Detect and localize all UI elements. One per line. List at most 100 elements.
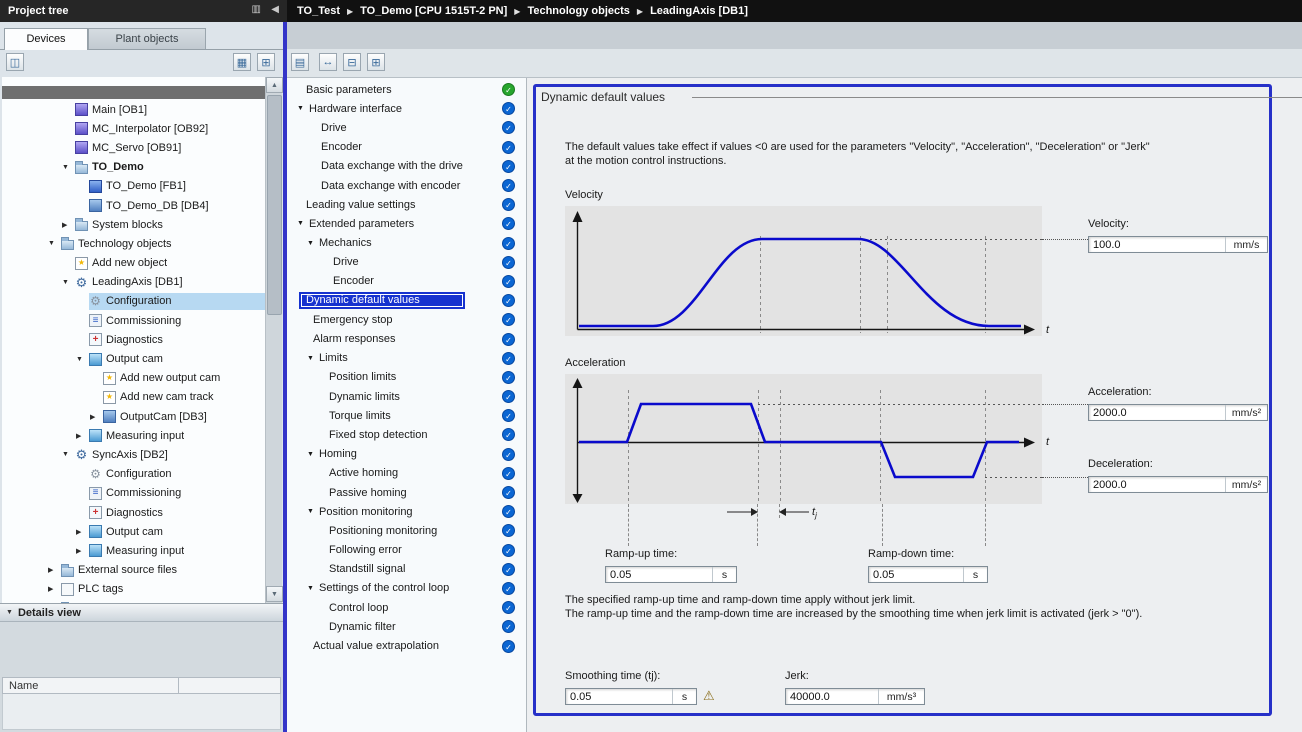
smoothing-time-field[interactable]: s: [565, 688, 697, 705]
tree-item[interactable]: ▼Output cam: [2, 349, 265, 368]
breadcrumb-item[interactable]: TO_Test: [297, 5, 340, 17]
velocity-input[interactable]: [1089, 237, 1225, 252]
tree-item[interactable]: TO_Demo [FB1]: [2, 177, 265, 196]
tree-item[interactable]: Main [OB1]: [2, 100, 265, 119]
tree-item[interactable]: ▼LeadingAxis [DB1]: [2, 273, 265, 292]
breadcrumb-item[interactable]: LeadingAxis [DB1]: [650, 5, 748, 17]
fit-to-window-icon[interactable]: ↔: [319, 53, 337, 71]
config-nav-item[interactable]: ▼Settings of the control loop✓: [287, 579, 525, 598]
tree-item[interactable]: Configuration: [2, 465, 265, 484]
config-nav-item[interactable]: ▼Homing✓: [287, 445, 525, 464]
config-nav-item[interactable]: ▼Extended parameters✓: [287, 214, 525, 233]
expanded-arrow-icon[interactable]: ▼: [307, 585, 319, 592]
tree-item[interactable]: Add new cam track: [2, 388, 265, 407]
config-nav-item[interactable]: Actual value extrapolation✓: [287, 636, 525, 655]
expanded-arrow-icon[interactable]: ▼: [62, 279, 75, 286]
config-nav-item[interactable]: Dynamic limits✓: [287, 387, 525, 406]
tab-devices[interactable]: Devices: [4, 28, 88, 50]
functional-view-icon[interactable]: ▤: [291, 53, 309, 71]
collapsed-arrow-icon[interactable]: ▶: [76, 547, 89, 555]
acceleration-field[interactable]: mm/s²: [1088, 404, 1268, 421]
tree-item[interactable]: ▶PLC tags: [2, 580, 265, 599]
config-nav-item[interactable]: Control loop✓: [287, 598, 525, 617]
config-nav-item[interactable]: Position limits✓: [287, 368, 525, 387]
tree-item[interactable]: ▶Output cam: [2, 522, 265, 541]
expanded-arrow-icon[interactable]: ▼: [62, 164, 75, 171]
tree-item[interactable]: Add new object: [2, 254, 265, 273]
window-layout-icon[interactable]: ◫: [6, 53, 24, 71]
overview-icon[interactable]: ⊞: [257, 53, 275, 71]
scroll-up-icon[interactable]: ▲: [266, 77, 283, 93]
config-nav-item[interactable]: Standstill signal✓: [287, 560, 525, 579]
details-view-header[interactable]: ▼ Details view: [0, 603, 283, 622]
expanded-arrow-icon[interactable]: ▼: [297, 220, 309, 227]
tree-item[interactable]: Configuration: [2, 292, 265, 311]
expanded-arrow-icon[interactable]: ▼: [62, 451, 75, 458]
config-nav-item[interactable]: Data exchange with the drive✓: [287, 157, 525, 176]
breadcrumb-item[interactable]: TO_Demo [CPU 1515T-2 PN]: [360, 5, 507, 17]
config-nav-item[interactable]: Emergency stop✓: [287, 310, 525, 329]
config-nav-item[interactable]: Encoder✓: [287, 138, 525, 157]
jerk-input[interactable]: [786, 689, 878, 704]
tree-item[interactable]: ▼TO_Demo: [2, 158, 265, 177]
jerk-field[interactable]: mm/s³: [785, 688, 925, 705]
config-nav-item[interactable]: Dynamic default values✓: [287, 291, 525, 310]
acceleration-input[interactable]: [1089, 405, 1225, 420]
smoothing-time-input[interactable]: [566, 689, 672, 704]
config-nav-item[interactable]: Active homing✓: [287, 464, 525, 483]
ramp-up-time-input[interactable]: [606, 567, 712, 582]
config-nav-item[interactable]: ▼Position monitoring✓: [287, 502, 525, 521]
deceleration-input[interactable]: [1089, 477, 1225, 492]
collapsed-arrow-icon[interactable]: ▶: [76, 528, 89, 536]
expand-all-icon[interactable]: ⊞: [367, 53, 385, 71]
tree-item[interactable]: ▶External source files: [2, 561, 265, 580]
config-nav-item[interactable]: Torque limits✓: [287, 406, 525, 425]
ramp-down-time-field[interactable]: s: [868, 566, 988, 583]
config-nav-item[interactable]: Data exchange with encoder✓: [287, 176, 525, 195]
config-nav-item[interactable]: Leading value settings✓: [287, 195, 525, 214]
config-nav-item[interactable]: ▼Limits✓: [287, 349, 525, 368]
tree-item[interactable]: Commissioning: [2, 311, 265, 330]
ramp-down-time-input[interactable]: [869, 567, 963, 582]
tree-item[interactable]: Add new output cam: [2, 369, 265, 388]
details-name-column-header[interactable]: Name: [2, 677, 281, 694]
config-nav-item[interactable]: Following error✓: [287, 541, 525, 560]
collapse-panel-icon[interactable]: ◀: [271, 4, 279, 15]
config-nav-item[interactable]: Passive homing✓: [287, 483, 525, 502]
collapsed-arrow-icon[interactable]: ▶: [76, 432, 89, 440]
config-nav-item[interactable]: Drive✓: [287, 118, 525, 137]
tree-item[interactable]: MC_Servo [OB91]: [2, 138, 265, 157]
expanded-arrow-icon[interactable]: ▼: [307, 240, 319, 247]
tree-item[interactable]: ▶Measuring input: [2, 426, 265, 445]
tree-item[interactable]: ▼SyncAxis [DB2]: [2, 445, 265, 464]
expanded-arrow-icon[interactable]: ▼: [297, 105, 309, 112]
collapsed-arrow-icon[interactable]: ▶: [62, 221, 75, 229]
tree-item[interactable]: Commissioning: [2, 484, 265, 503]
collapsed-arrow-icon[interactable]: ▶: [48, 566, 61, 574]
tab-plant-objects[interactable]: Plant objects: [88, 28, 206, 49]
expanded-arrow-icon[interactable]: ▼: [307, 451, 319, 458]
config-nav-item[interactable]: Dynamic filter✓: [287, 617, 525, 636]
config-nav-item[interactable]: Basic parameters✓: [287, 80, 525, 99]
config-nav-item[interactable]: ▼Hardware interface✓: [287, 99, 525, 118]
grid-view-icon[interactable]: ▦: [233, 53, 251, 71]
config-nav-item[interactable]: ▼Mechanics✓: [287, 234, 525, 253]
expanded-arrow-icon[interactable]: ▼: [76, 356, 89, 363]
tree-item[interactable]: ▼Technology objects: [2, 234, 265, 253]
collapsed-arrow-icon[interactable]: ▶: [90, 413, 103, 421]
tree-item[interactable]: ▶OutputCam [DB3]: [2, 407, 265, 426]
expanded-arrow-icon[interactable]: ▼: [307, 355, 319, 362]
config-nav-item[interactable]: Fixed stop detection✓: [287, 425, 525, 444]
config-nav-item[interactable]: Drive✓: [287, 253, 525, 272]
ramp-up-time-field[interactable]: s: [605, 566, 737, 583]
collapsed-arrow-icon[interactable]: ▶: [48, 585, 61, 593]
tree-item[interactable]: ▶Measuring input: [2, 541, 265, 560]
config-nav-item[interactable]: Encoder✓: [287, 272, 525, 291]
tree-item[interactable]: MC_Interpolator [OB92]: [2, 119, 265, 138]
scrollbar-thumb[interactable]: [267, 95, 282, 315]
config-nav-item[interactable]: Positioning monitoring✓: [287, 521, 525, 540]
deceleration-field[interactable]: mm/s²: [1088, 476, 1268, 493]
tree-item[interactable]: ▶System blocks: [2, 215, 265, 234]
expanded-arrow-icon[interactable]: ▼: [48, 240, 61, 247]
collapse-all-icon[interactable]: ⊟: [343, 53, 361, 71]
